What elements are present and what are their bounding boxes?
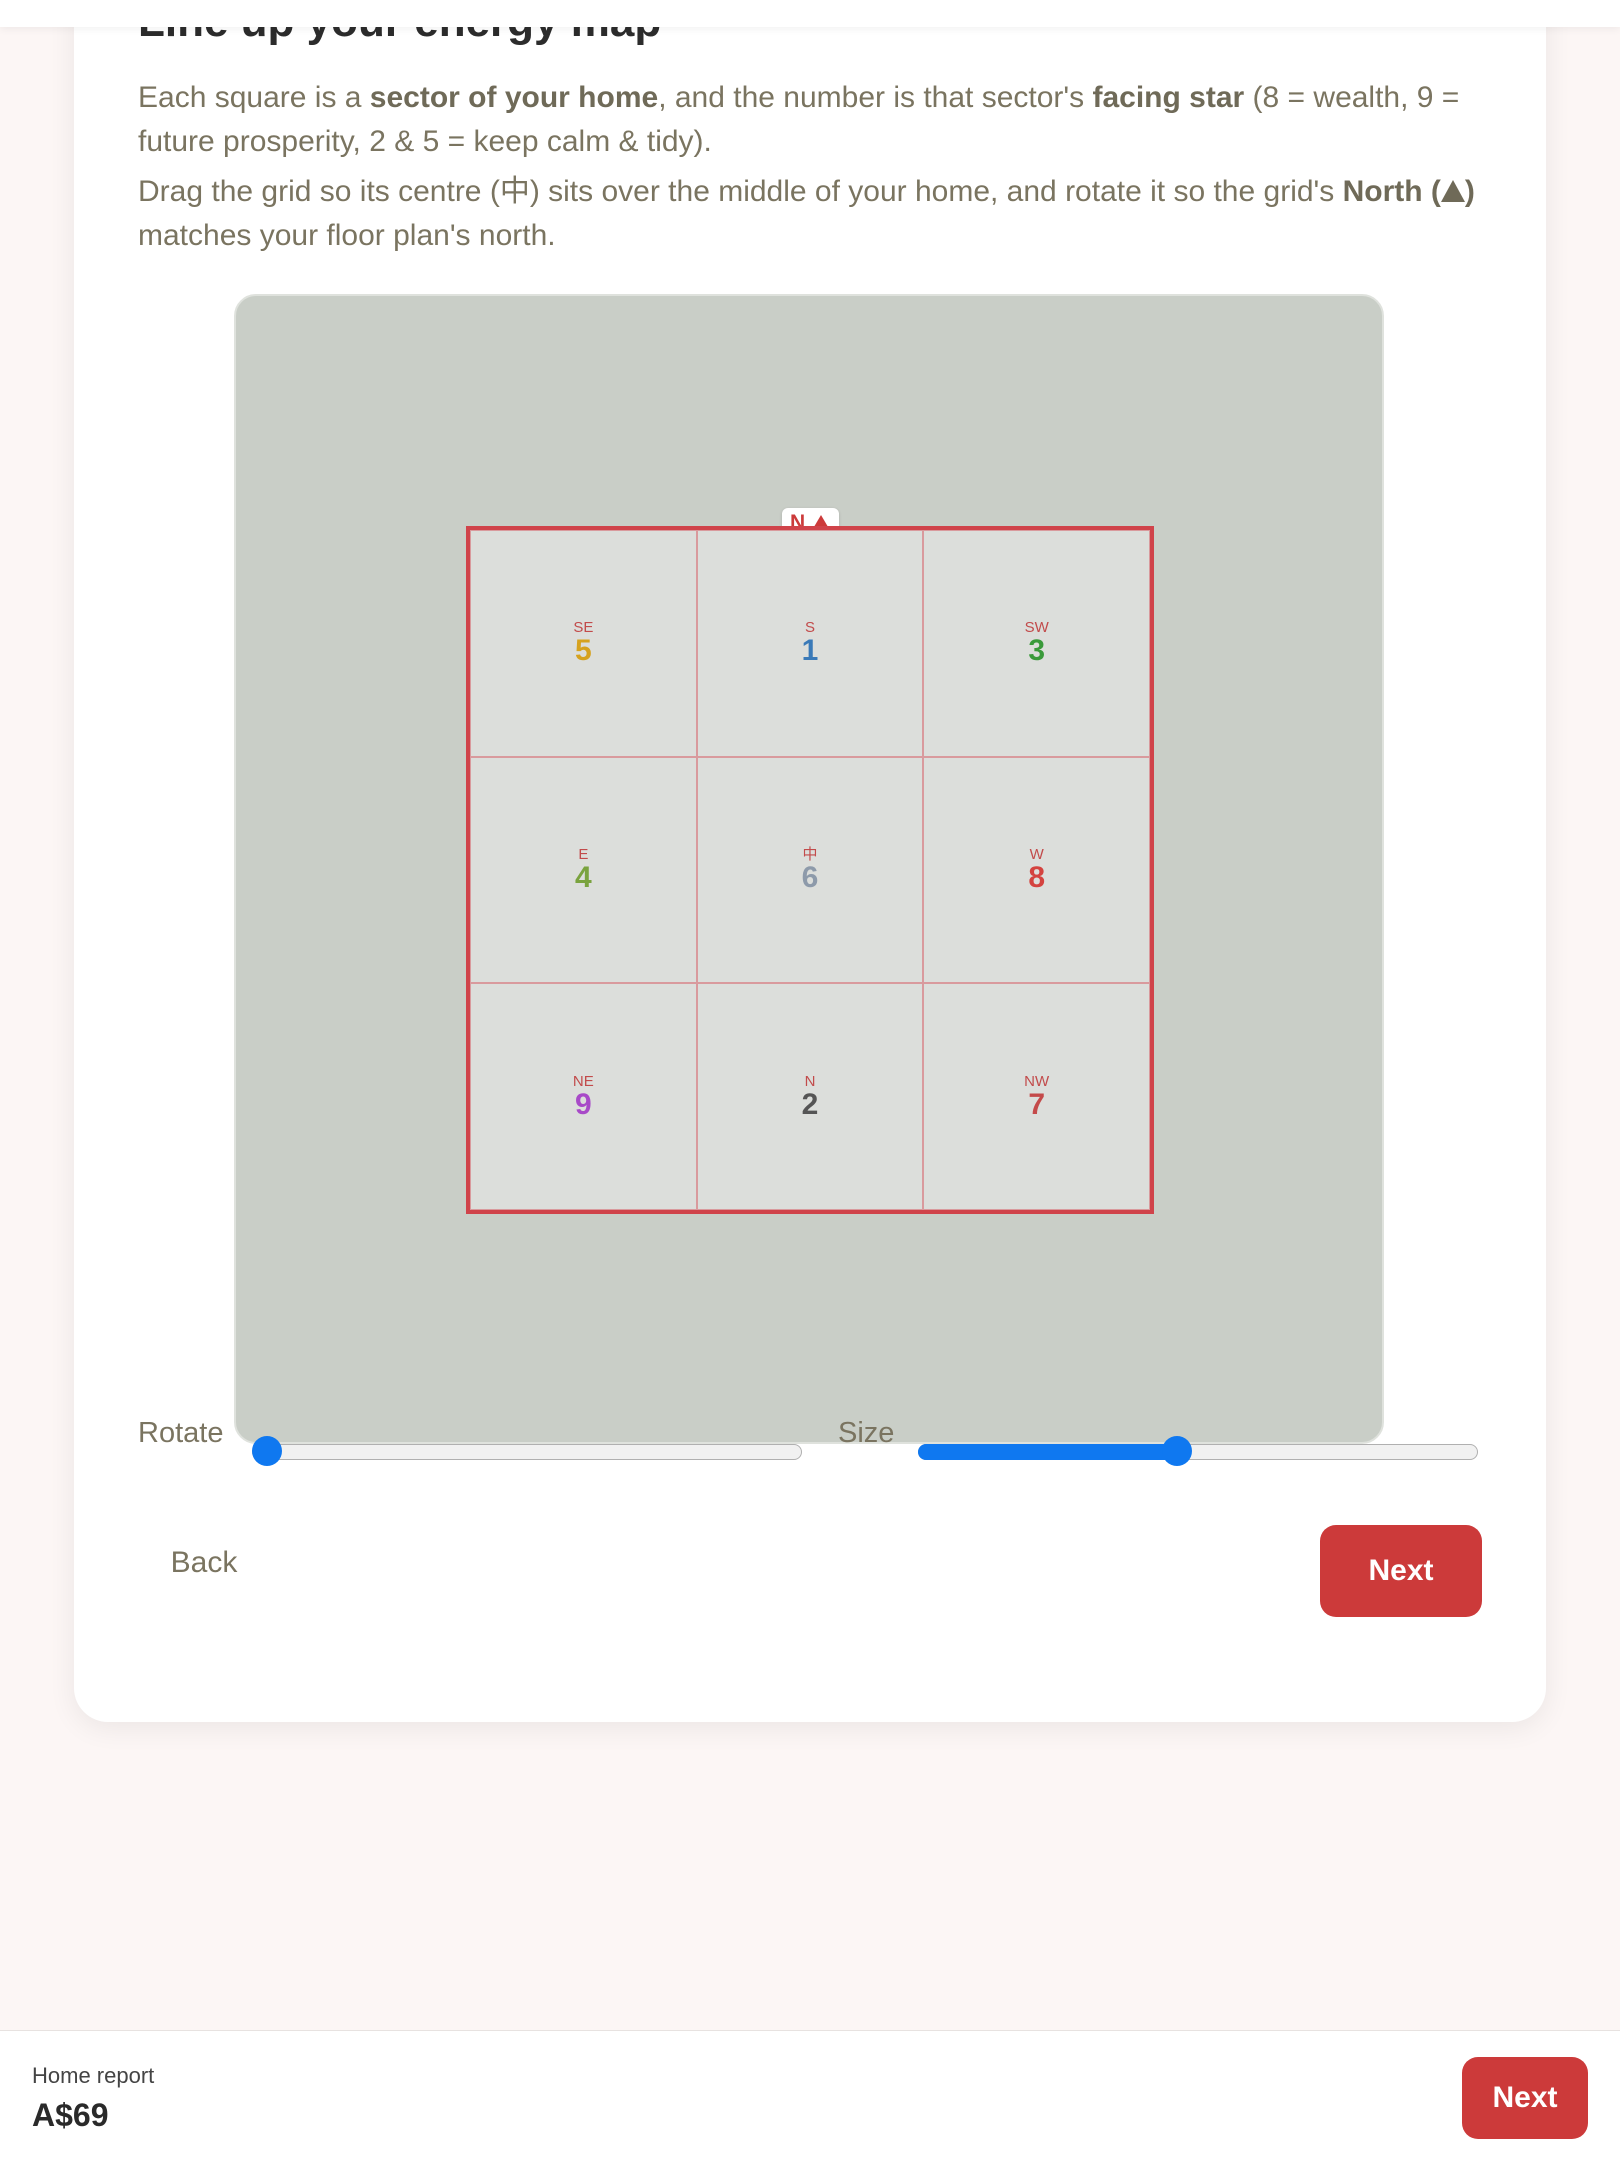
north-triangle-icon	[1440, 180, 1465, 202]
grid-cell: N2	[696, 983, 924, 1210]
rotate-slider[interactable]	[252, 1436, 802, 1466]
main-card: Line up your energy map Each square is a…	[74, 0, 1546, 1722]
grid-cell: 中6	[696, 756, 924, 984]
size-slider-thumb[interactable]	[1161, 1436, 1192, 1466]
footer-bar: Home report A$69 Next	[0, 2030, 1620, 2160]
grid-cell: SW 3	[923, 530, 1150, 757]
size-slider-fill	[918, 1444, 1177, 1460]
grid-cell: W8	[923, 756, 1150, 984]
grid-cell: NE 9	[470, 983, 697, 1210]
rotate-label: Rotate	[138, 1417, 224, 1449]
grid-cell: NW 7	[923, 983, 1150, 1210]
footer-next-button[interactable]: Next	[1462, 2057, 1588, 2139]
sector-star-number: 5	[574, 634, 592, 668]
next-button[interactable]: Next	[1320, 1525, 1482, 1617]
rotate-slider-track	[252, 1444, 802, 1460]
sector-star-number: 4	[574, 860, 592, 894]
product-price: A$69	[32, 2097, 109, 2133]
grid-cell: S1	[696, 530, 924, 757]
sector-star-number: 8	[1028, 860, 1045, 894]
product-label: Home report	[32, 2063, 155, 2088]
flying-star-grid[interactable]: SE 5 S 1 SW 3 E 4 中 6 W 8 NE 9 N 2 NW 7	[466, 526, 1154, 1214]
grid-cell: E4	[470, 756, 697, 984]
sector-star-number: 2	[801, 1087, 819, 1121]
sector-star-number: 7	[1028, 1087, 1045, 1121]
sector-star-number: 9	[574, 1087, 592, 1121]
size-label: Size	[838, 1417, 895, 1449]
rotate-slider-thumb[interactable]	[252, 1436, 282, 1466]
grid-cell: SE 5	[470, 530, 697, 757]
sector-star-number: 3	[1028, 634, 1045, 668]
intro-paragraph-2: Drag the grid so its centre (中) sits ove…	[138, 175, 1475, 252]
floor-plan-canvas[interactable]: N SE 5 S 1 SW 3 E 4 中 6 W 8 NE 9 N 2 NW 7	[234, 294, 1384, 1444]
sector-star-number: 6	[801, 860, 819, 894]
size-slider[interactable]	[918, 1436, 1478, 1466]
back-button[interactable]: Back	[144, 1530, 264, 1596]
intro-paragraph-1: Each square is a sector of your home, an…	[138, 81, 1460, 158]
sector-star-number: 1	[801, 634, 819, 668]
top-bar	[0, 0, 1620, 27]
